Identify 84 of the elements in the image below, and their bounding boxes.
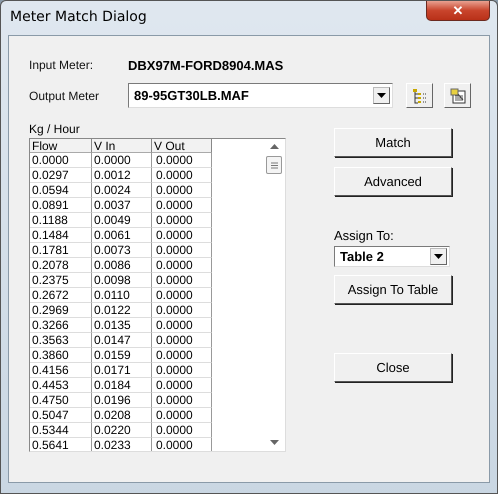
input-meter-label: Input Meter: bbox=[29, 58, 94, 72]
table-cell: 0.0073 bbox=[92, 243, 152, 258]
window-title: Meter Match Dialog bbox=[10, 9, 147, 25]
table-cell: 0.0000 bbox=[152, 228, 212, 243]
table-cell: 0.0000 bbox=[152, 363, 212, 378]
table-cell: 0.0159 bbox=[92, 348, 152, 363]
column-header[interactable]: V Out bbox=[152, 139, 212, 153]
table-cell: 0.0049 bbox=[92, 213, 152, 228]
table-cell: 0.0594 bbox=[30, 183, 92, 198]
table-cell: 0.2672 bbox=[30, 288, 92, 303]
table-cell: 0.0122 bbox=[92, 303, 152, 318]
table-cell: 0.0000 bbox=[152, 258, 212, 273]
table-cell: 0.0012 bbox=[92, 168, 152, 183]
table-cell: 0.0000 bbox=[152, 273, 212, 288]
table-cell: 0.0098 bbox=[92, 273, 152, 288]
table-cell: 0.1484 bbox=[30, 228, 92, 243]
input-meter-value: DBX97M-FORD8904.MAS bbox=[128, 58, 284, 72]
action-button[interactable]: Advanced bbox=[334, 167, 452, 196]
table-cell: 0.0110 bbox=[92, 288, 152, 303]
close-dialog-button[interactable]: Close bbox=[334, 353, 452, 382]
table-cell: 0.0135 bbox=[92, 318, 152, 333]
scrollbar-thumb[interactable] bbox=[266, 156, 282, 174]
table-cell: 0.0171 bbox=[92, 363, 152, 378]
tree-icon bbox=[412, 88, 428, 104]
table-cell: 0.0024 bbox=[92, 183, 152, 198]
table-cell: 0.4750 bbox=[30, 393, 92, 408]
table-cell: 0.3860 bbox=[30, 348, 92, 363]
table-cell: 0.0000 bbox=[152, 153, 212, 168]
table-cell: 0.5344 bbox=[30, 423, 92, 438]
table-cell: 0.0061 bbox=[92, 228, 152, 243]
scroll-down-icon[interactable] bbox=[270, 440, 278, 445]
table-cell: 0.0000 bbox=[152, 438, 212, 451]
table-cell: 0.4156 bbox=[30, 363, 92, 378]
unit-label: Kg / Hour bbox=[29, 122, 81, 137]
assign-to-table-button[interactable]: Assign To Table bbox=[334, 275, 452, 304]
assign-to-label: Assign To: bbox=[334, 228, 395, 244]
table-cell: 0.0000 bbox=[152, 243, 212, 258]
notepad-icon bbox=[450, 88, 466, 104]
table-cell: 0.1188 bbox=[30, 213, 92, 228]
table-cell: 0.0891 bbox=[30, 198, 92, 213]
table-cell: 0.0147 bbox=[92, 333, 152, 348]
table-cell: 0.0000 bbox=[152, 333, 212, 348]
table-cell: 0.0196 bbox=[92, 393, 152, 408]
table-cell: 0.0184 bbox=[92, 378, 152, 393]
table-cell: 0.0000 bbox=[152, 168, 212, 183]
close-button[interactable]: ✕ bbox=[426, 1, 490, 21]
table-cell: 0.0208 bbox=[92, 408, 152, 423]
tree-view-button[interactable] bbox=[406, 83, 433, 108]
table-cell: 0.0000 bbox=[152, 183, 212, 198]
table-cell: 0.1781 bbox=[30, 243, 92, 258]
table-cell: 0.0000 bbox=[152, 348, 212, 363]
scroll-up-icon[interactable] bbox=[270, 144, 278, 149]
table-cell: 0.0086 bbox=[92, 258, 152, 273]
table-cell: 0.5047 bbox=[30, 408, 92, 423]
table-cell: 0.0000 bbox=[152, 303, 212, 318]
table-cell: 0.0000 bbox=[152, 423, 212, 438]
table-cell: 0.0000 bbox=[152, 288, 212, 303]
table-cell: 0.0297 bbox=[30, 168, 92, 183]
assign-to-dropdown[interactable]: Table 2 bbox=[334, 246, 450, 267]
table-cell: 0.0000 bbox=[152, 378, 212, 393]
column-header[interactable]: V In bbox=[92, 139, 152, 153]
table-cell: 0.2969 bbox=[30, 303, 92, 318]
table-cell: 0.0000 bbox=[152, 213, 212, 228]
table-cell: 0.0220 bbox=[92, 423, 152, 438]
table-cell: 0.2375 bbox=[30, 273, 92, 288]
table-cell: 0.0000 bbox=[152, 408, 212, 423]
table-cell: 0.0000 bbox=[92, 153, 152, 168]
output-meter-dropdown[interactable]: 89-95GT30LB.MAF bbox=[128, 83, 393, 108]
table-cell: 0.4453 bbox=[30, 378, 92, 393]
notepad-button[interactable] bbox=[444, 83, 471, 108]
output-meter-label: Output Meter bbox=[29, 88, 100, 102]
table-cell: 0.0000 bbox=[152, 198, 212, 213]
table-cell: 0.0000 bbox=[152, 393, 212, 408]
action-button[interactable]: Match bbox=[334, 128, 452, 157]
table-cell: 0.0037 bbox=[92, 198, 152, 213]
table-cell: 0.0233 bbox=[92, 438, 152, 451]
table-cell: 0.0000 bbox=[30, 153, 92, 168]
table-cell: 0.0000 bbox=[152, 318, 212, 333]
data-list[interactable] bbox=[29, 138, 286, 452]
table-cell: 0.5641 bbox=[30, 438, 92, 451]
column-header[interactable]: Flow bbox=[30, 139, 92, 153]
table-cell: 0.3563 bbox=[30, 333, 92, 348]
table-cell: 0.3266 bbox=[30, 318, 92, 333]
table-cell: 0.2078 bbox=[30, 258, 92, 273]
